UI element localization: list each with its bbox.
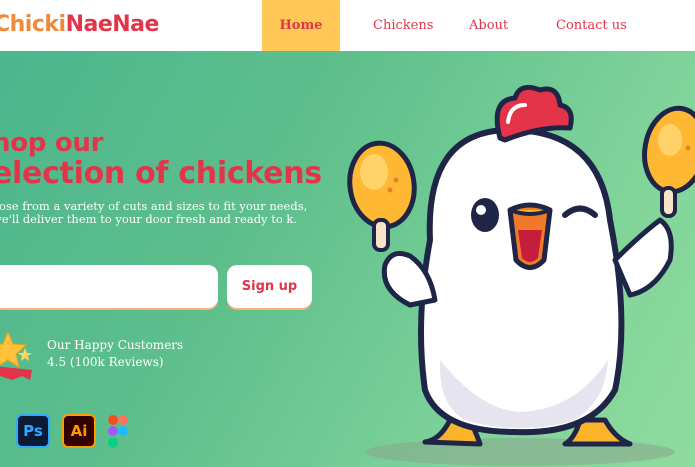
- star-ribbon-icon: [0, 330, 32, 380]
- customers-rating: 4.5 (100k Reviews): [47, 355, 164, 369]
- nav-item-about[interactable]: About: [469, 0, 508, 51]
- chicken-mascot-illustration: [347, 84, 695, 466]
- customers-title: Our Happy Customers: [47, 338, 184, 352]
- hero-heading-line1: hop our: [0, 128, 104, 158]
- logo[interactable]: ChickiNaeNae: [0, 8, 159, 42]
- hero-heading-line2: election of chickens: [0, 156, 322, 191]
- nav-item-home[interactable]: Home: [262, 0, 340, 51]
- photoshop-icon: Ps: [16, 414, 50, 448]
- logo-part-chicki: Chicki: [0, 12, 66, 37]
- figma-icon: [108, 415, 128, 448]
- hero-description: oose from a variety of cuts and sizes to…: [0, 199, 308, 226]
- top-navbar: ChickiNaeNae Home Chickens About Contact…: [0, 0, 695, 51]
- logo-part-naenae: NaeNae: [65, 12, 160, 37]
- nav-item-contact[interactable]: Contact us: [556, 0, 627, 51]
- nav-item-chickens[interactable]: Chickens: [373, 0, 433, 51]
- illustrator-icon: Ai: [62, 414, 96, 448]
- email-input[interactable]: [0, 265, 218, 308]
- sign-up-button[interactable]: Sign up: [227, 265, 312, 308]
